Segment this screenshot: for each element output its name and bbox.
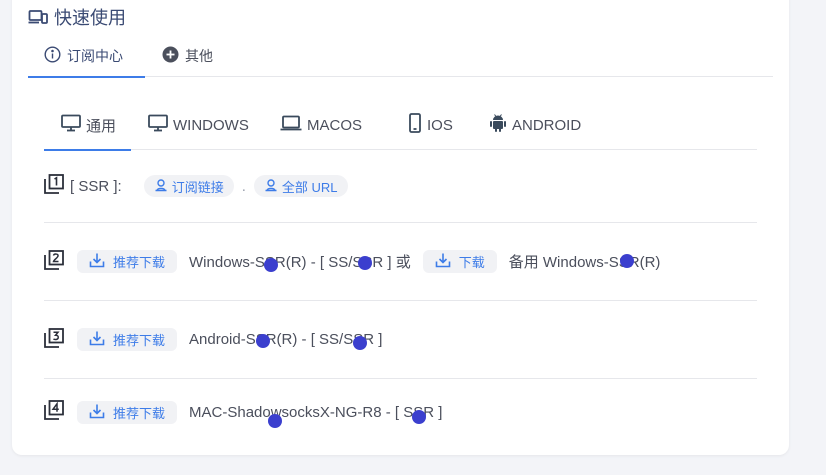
download-icon — [89, 252, 105, 271]
laptop-icon — [280, 114, 302, 136]
tab-label: ANDROID — [512, 116, 582, 134]
all-url-button[interactable]: 全部 URL — [253, 175, 348, 197]
tab-label: 订阅中心 — [67, 47, 123, 64]
step-row-3: 推荐下载 Android-SSR(R) - [ SS/SSR ] — [44, 301, 757, 379]
devices-icon — [28, 9, 48, 25]
step-2-icon — [44, 249, 64, 274]
tab-label: 其他 — [185, 47, 213, 64]
button-label: 下载 — [458, 255, 485, 270]
marker-dot — [264, 258, 278, 272]
download-icon — [435, 252, 451, 271]
step-4-icon — [44, 400, 64, 424]
recommended-download-button[interactable]: 推荐下载 — [77, 328, 178, 351]
download-icon — [89, 403, 105, 422]
app-name-backup-windows-ssr: 备用 Windows-SSR(R) — [508, 254, 661, 271]
step-3-icon — [44, 327, 64, 352]
recommended-download-button[interactable]: 推荐下载 — [77, 250, 178, 273]
monitor-icon — [148, 114, 168, 136]
tab-subscription-center[interactable]: 订阅中心 — [28, 34, 145, 78]
card-header: 快速使用 — [28, 4, 126, 30]
tab-label: IOS — [427, 116, 453, 134]
marker-dot — [353, 336, 367, 350]
step-row-2: 推荐下载 Windows-SSR(R) - [ SS/SSR ] 或 下载 备用… — [44, 223, 757, 301]
download-icon — [89, 330, 105, 349]
recommended-download-button[interactable]: 推荐下载 — [77, 400, 178, 424]
tab-ios[interactable]: IOS — [408, 100, 453, 150]
tab-macos[interactable]: MACOS — [280, 100, 362, 150]
separator-dot: . — [241, 177, 246, 195]
tab-label: MACOS — [307, 116, 363, 134]
step-row-4: 推荐下载 MAC-ShadowsocksX-NG-R8 - [ SSR ] — [44, 379, 757, 445]
android-icon — [489, 113, 507, 137]
button-label: 推荐下载 — [113, 255, 166, 270]
marker-dot — [412, 410, 426, 424]
marker-dot — [620, 254, 634, 268]
plus-circle-icon — [162, 46, 179, 66]
os-tabs: 通用 WINDOWS MACOS IOS ANDROID — [44, 100, 757, 151]
user-link-icon — [264, 178, 278, 195]
tab-windows[interactable]: WINDOWS — [148, 100, 249, 150]
info-circle-icon — [44, 45, 61, 66]
subscription-link-button[interactable]: 订阅链接 — [143, 175, 234, 197]
phone-icon — [408, 113, 422, 137]
active-tab-indicator — [28, 76, 145, 78]
button-label: 全部 URL — [281, 179, 338, 195]
ssr-label: [ SSR ]: — [70, 177, 122, 195]
tab-label: 通用 — [86, 117, 117, 135]
step-1-icon — [44, 174, 64, 198]
button-label: 订阅链接 — [171, 179, 224, 195]
tab-general[interactable]: 通用 — [44, 100, 131, 151]
user-link-icon — [154, 178, 168, 195]
download-button[interactable]: 下载 — [422, 250, 497, 273]
tab-other[interactable]: 其他 — [162, 34, 213, 77]
tab-android[interactable]: ANDROID — [489, 100, 581, 150]
marker-dot — [256, 334, 270, 348]
marker-dot — [358, 256, 372, 270]
monitor-icon — [61, 114, 81, 136]
step-row-1: [ SSR ]: 订阅链接 . 全部 URL — [44, 150, 757, 223]
button-label: 推荐下载 — [113, 333, 166, 348]
app-name-mac-ssr: MAC-ShadowsocksX-NG-R8 - [ SSR ] — [189, 403, 443, 421]
top-tabs: 订阅中心 其他 — [28, 34, 773, 78]
card-title: 快速使用 — [54, 8, 126, 28]
marker-dot — [268, 414, 282, 428]
quick-use-card: 快速使用 订阅中心 其他 通用 WINDOWS MACOS IOS ANDROI… — [12, 0, 789, 455]
app-name-windows-ssr: Windows-SSR(R) - [ SS/SSR ] 或 — [189, 254, 411, 271]
tab-label: WINDOWS — [173, 116, 249, 134]
button-label: 推荐下载 — [113, 405, 166, 421]
